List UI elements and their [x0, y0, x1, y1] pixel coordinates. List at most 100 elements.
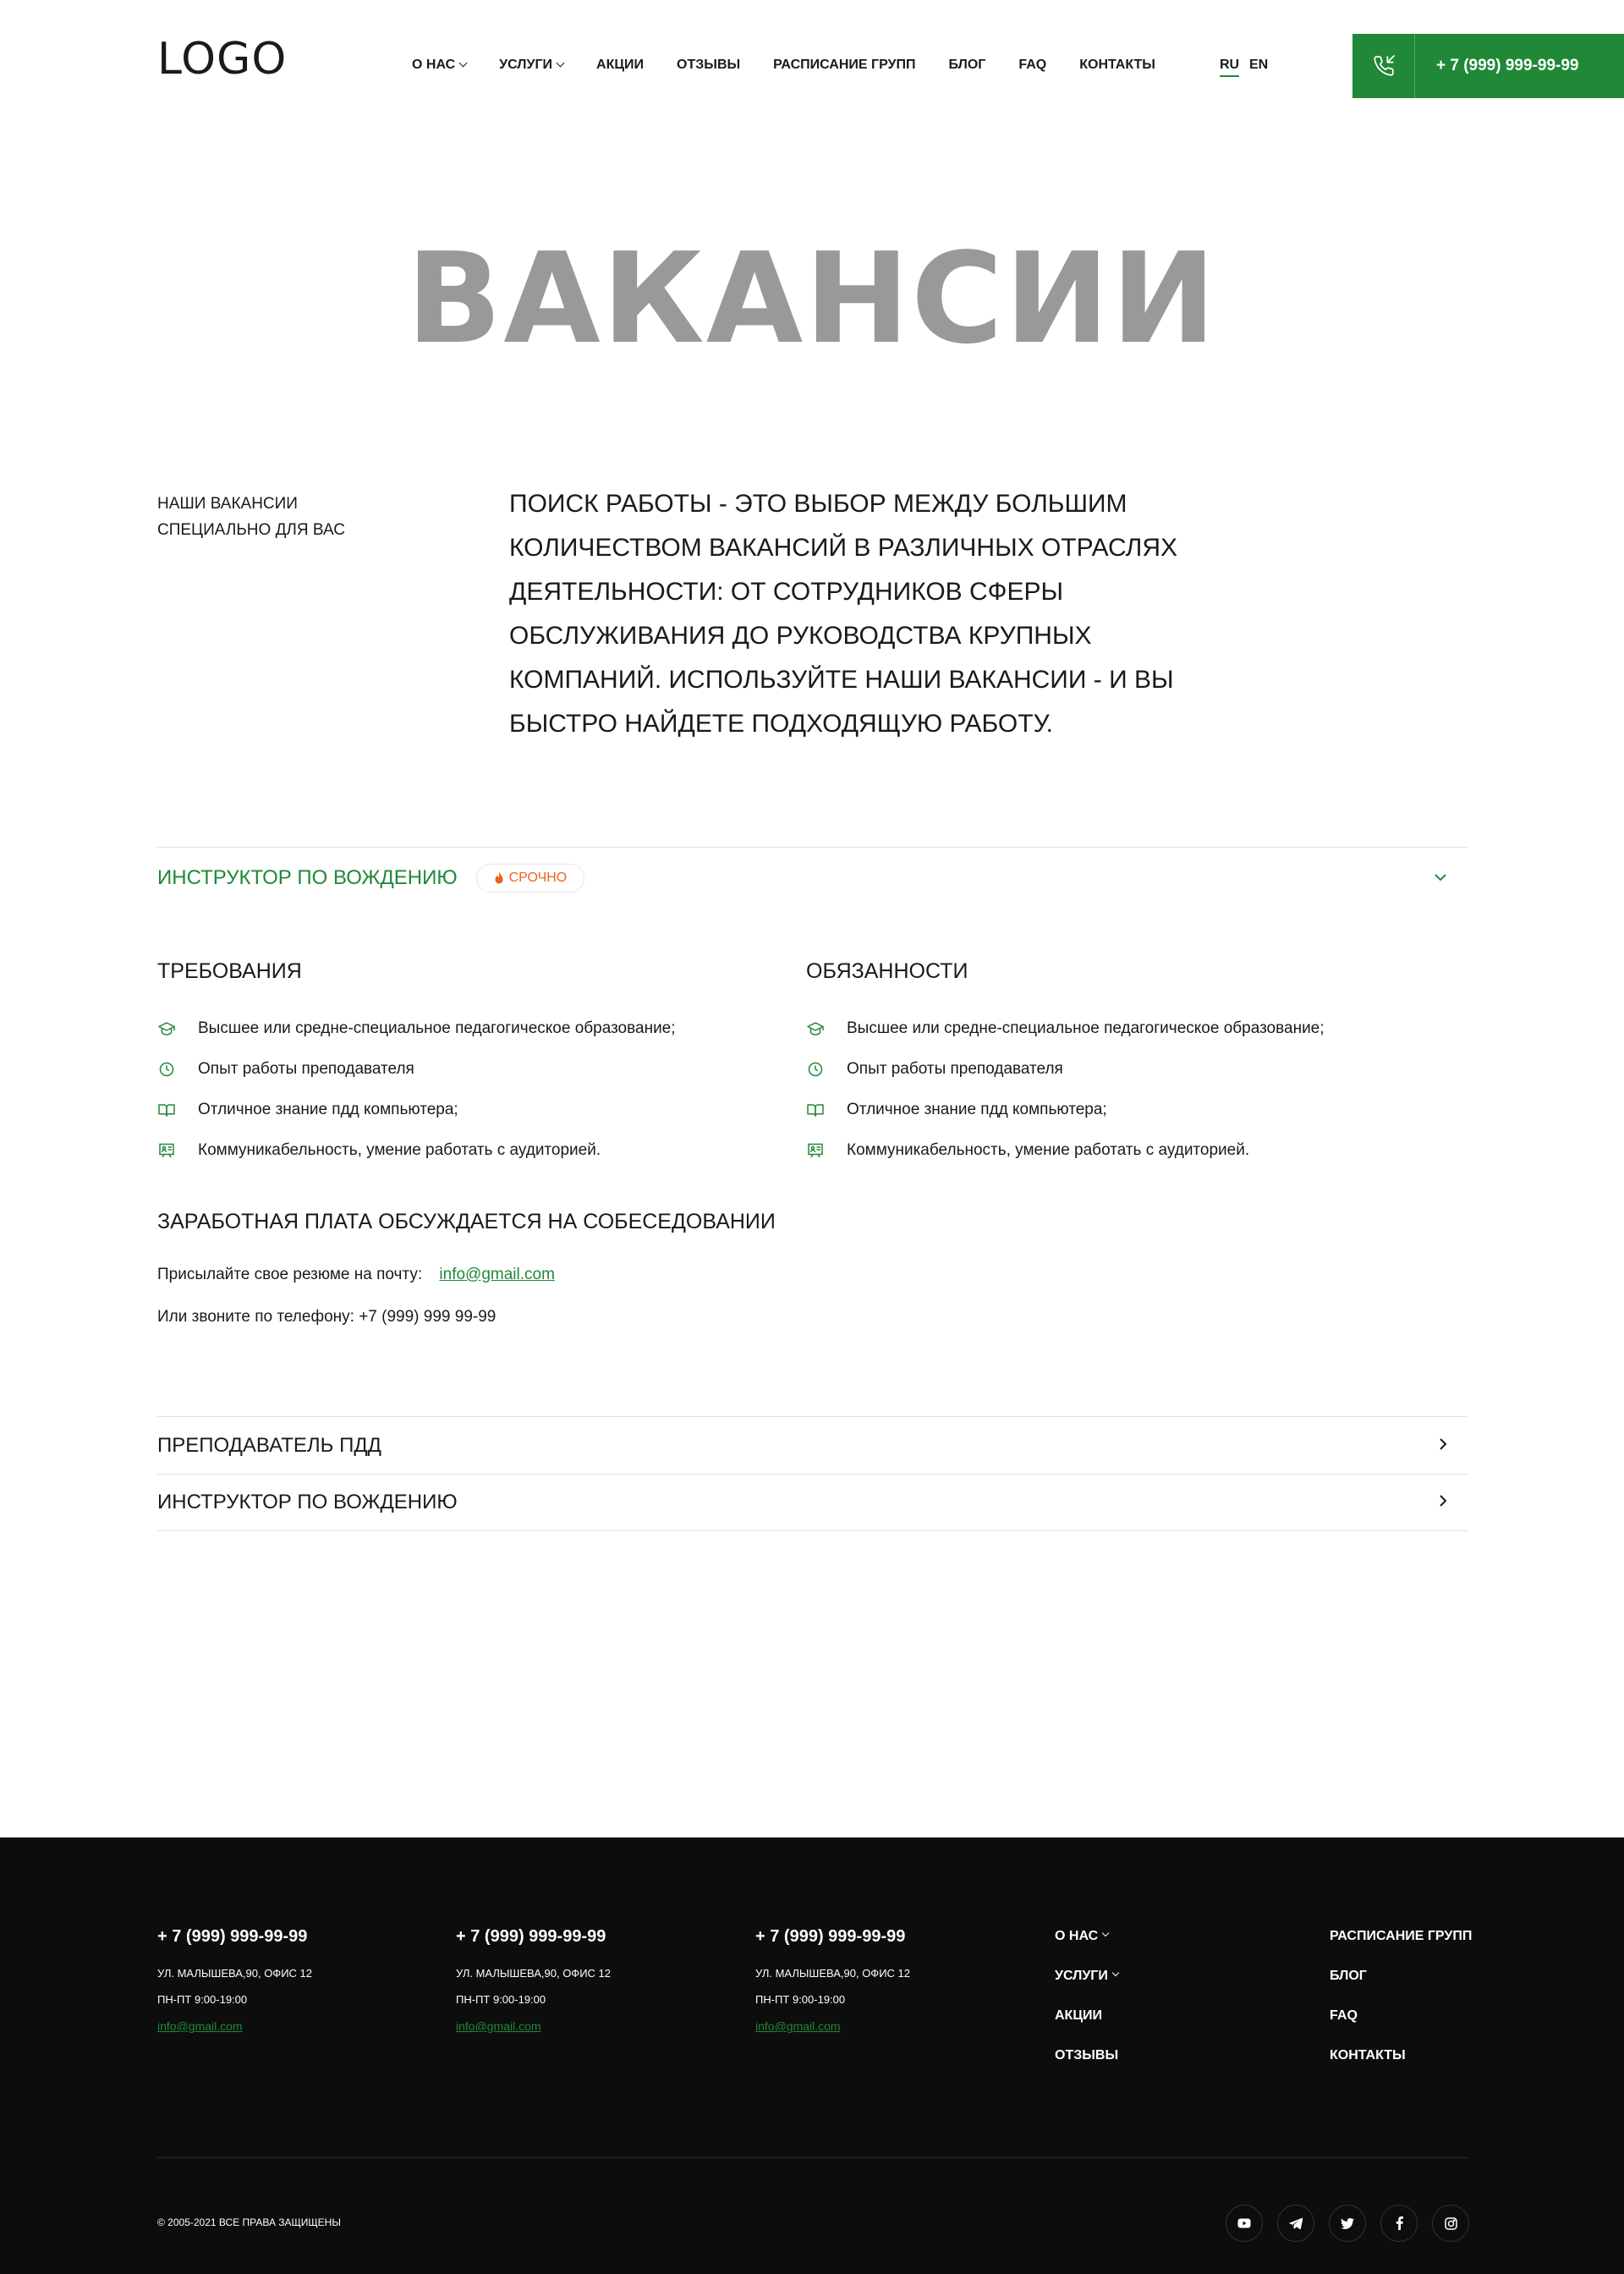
nav-item-label: УСЛУГИ: [499, 58, 553, 72]
lang-ru[interactable]: RU: [1220, 58, 1240, 77]
footer-contact: + 7 (999) 999-99-99 УЛ. МАЛЫШЕВА,90, ОФИ…: [456, 1927, 611, 2033]
list-item-text: Опыт работы преподавателя: [847, 1060, 1063, 1078]
chevron-down-icon[interactable]: [1434, 871, 1447, 886]
email-link[interactable]: info@gmail.com: [439, 1266, 555, 1283]
nav-item-faq[interactable]: FAQ: [1018, 58, 1046, 73]
site-footer: + 7 (999) 999-99-99 УЛ. МАЛЫШЕВА,90, ОФИ…: [0, 1837, 1624, 2274]
footer-hours: ПН-ПТ 9:00-19:00: [157, 1993, 248, 2006]
vacancy-header-collapsed[interactable]: ПРЕПОДАВАТЕЛЬ ПДД: [157, 1418, 1468, 1474]
main-nav: О НАС УСЛУГИ АКЦИИ ОТЗЫВЫ РАСПИСАНИЕ ГРУ…: [412, 58, 1188, 73]
list-item-text: Высшее или средне-специальное педагогиче…: [847, 1019, 1325, 1037]
call-line: Или звоните по телефону: +7 (999) 999 99…: [157, 1308, 497, 1326]
footer-nav-col1: О НАС УСЛУГИ АКЦИИ ОТЗЫВЫ: [1055, 1929, 1120, 2088]
list-item-text: Опыт работы преподавателя: [198, 1060, 414, 1078]
phone-incoming-icon: [1352, 34, 1415, 98]
presentation-icon: [157, 1141, 176, 1160]
list-item-text: Отличное знание пдд компьютера;: [847, 1101, 1107, 1118]
facebook-icon[interactable]: [1380, 2205, 1418, 2242]
list-item: Высшее или средне-специальное педагогиче…: [157, 1008, 676, 1049]
list-item-text: Коммуникабельность, умение работать с ау…: [198, 1141, 601, 1159]
nav-item-about[interactable]: О НАС: [412, 58, 468, 73]
footer-address: УЛ. МАЛЫШЕВА,90, ОФИС 12: [456, 1967, 611, 1980]
nav-item-blog[interactable]: БЛОГ: [949, 58, 986, 73]
send-cv-text: Присылайте свое резюме на почту:: [157, 1266, 423, 1283]
twitter-icon[interactable]: [1329, 2205, 1366, 2242]
intro-label: НАШИ ВАКАНСИИ СПЕЦИАЛЬНО ДЛЯ ВАС: [157, 491, 345, 543]
divider: [157, 1530, 1468, 1531]
vacancy-header-collapsed[interactable]: ИНСТРУКТОР ПО ВОЖДЕНИЮ: [157, 1475, 1468, 1530]
footer-nav-contacts[interactable]: КОНТАКТЫ: [1330, 2048, 1472, 2088]
duties-title: ОБЯЗАННОСТИ: [806, 959, 968, 983]
graduation-cap-icon: [157, 1019, 176, 1038]
nav-item-promotions[interactable]: АКЦИИ: [596, 58, 644, 73]
footer-nav-label: О НАС: [1055, 1929, 1099, 1943]
footer-hours: ПН-ПТ 9:00-19:00: [755, 1993, 846, 2006]
header-phone-button[interactable]: + 7 (999) 999-99-99: [1352, 34, 1624, 98]
footer-contact: + 7 (999) 999-99-99 УЛ. МАЛЫШЕВА,90, ОФИ…: [755, 1927, 910, 2033]
nav-item-contacts[interactable]: КОНТАКТЫ: [1079, 58, 1155, 73]
clock-icon: [806, 1060, 825, 1079]
duties-list: Высшее или средне-специальное педагогиче…: [806, 1008, 1325, 1171]
instagram-icon[interactable]: [1432, 2205, 1469, 2242]
vacancy-title: ИНСТРУКТОР ПО ВОЖДЕНИЮ: [157, 866, 458, 889]
footer-address: УЛ. МАЛЫШЕВА,90, ОФИС 12: [755, 1967, 910, 1980]
footer-nav-promotions[interactable]: АКЦИИ: [1055, 2008, 1118, 2048]
list-item: Отличное знание пдд компьютера;: [806, 1090, 1325, 1130]
divider: [157, 847, 1468, 848]
fire-icon: [495, 871, 503, 884]
logo[interactable]: LOGO: [157, 37, 287, 81]
page-title: ВАКАНСИИ: [406, 226, 1218, 371]
footer-divider: [157, 2157, 1468, 2158]
chevron-down-icon: [1111, 1969, 1120, 1977]
intro-label-line2: СПЕЦИАЛЬНО ДЛЯ ВАС: [157, 521, 345, 539]
footer-nav-label: УСЛУГИ: [1055, 1969, 1108, 1983]
footer-phone[interactable]: + 7 (999) 999-99-99: [755, 1927, 910, 1947]
site-header: LOGO О НАС УСЛУГИ АКЦИИ ОТЗЫВЫ РАСПИСАНИ…: [0, 0, 1624, 98]
footer-nav-about[interactable]: О НАС: [1055, 1929, 1118, 1969]
list-item-text: Отличное знание пдд компьютера;: [198, 1101, 458, 1118]
intro-label-line1: НАШИ ВАКАНСИИ: [157, 495, 298, 513]
footer-nav-reviews[interactable]: ОТЗЫВЫ: [1055, 2048, 1118, 2088]
footer-nav-services[interactable]: УСЛУГИ: [1055, 1969, 1120, 2008]
vacancy-title: ИНСТРУКТОР ПО ВОЖДЕНИЮ: [157, 1491, 458, 1513]
list-item: Высшее или средне-специальное педагогиче…: [806, 1008, 1325, 1049]
footer-phone[interactable]: + 7 (999) 999-99-99: [456, 1927, 611, 1947]
footer-nav-col2: РАСПИСАНИЕ ГРУПП БЛОГ FAQ КОНТАКТЫ: [1330, 1929, 1472, 2088]
footer-contact: + 7 (999) 999-99-99 УЛ. МАЛЫШЕВА,90, ОФИ…: [157, 1927, 312, 2033]
book-icon: [806, 1101, 825, 1119]
footer-email[interactable]: info@gmail.com: [157, 2019, 312, 2033]
copyright: © 2005-2021 ВСЕ ПРАВА ЗАЩИЩЕНЫ: [157, 2216, 341, 2228]
graduation-cap-icon: [806, 1019, 825, 1038]
footer-hours: ПН-ПТ 9:00-19:00: [456, 1993, 546, 2006]
divider: [157, 1416, 1468, 1417]
footer-phone[interactable]: + 7 (999) 999-99-99: [157, 1927, 312, 1947]
lang-en[interactable]: EN: [1249, 58, 1268, 73]
chevron-right-icon[interactable]: [1439, 1494, 1447, 1512]
book-icon: [157, 1101, 176, 1119]
vacancy-header-open[interactable]: ИНСТРУКТОР ПО ВОЖДЕНИЮ СРОЧНО: [157, 861, 1468, 895]
chevron-down-icon: [556, 58, 565, 68]
telegram-icon[interactable]: [1277, 2205, 1314, 2242]
footer-nav-blog[interactable]: БЛОГ: [1330, 1969, 1472, 2008]
chevron-down-icon: [458, 58, 468, 68]
nav-item-label: О НАС: [412, 58, 456, 72]
requirements-title: ТРЕБОВАНИЯ: [157, 959, 302, 983]
header-phone-number: + 7 (999) 999-99-99: [1436, 57, 1579, 74]
footer-email[interactable]: info@gmail.com: [456, 2019, 611, 2033]
urgent-badge: СРОЧНО: [475, 864, 585, 893]
nav-item-reviews[interactable]: ОТЗЫВЫ: [677, 58, 740, 73]
clock-icon: [157, 1060, 176, 1079]
requirements-list: Высшее или средне-специальное педагогиче…: [157, 1008, 676, 1171]
footer-nav-schedule[interactable]: РАСПИСАНИЕ ГРУПП: [1330, 1929, 1472, 1969]
intro-text: ПОИСК РАБОТЫ - ЭТО ВЫБОР МЕЖДУ БОЛЬШИМ К…: [509, 490, 1178, 738]
youtube-icon[interactable]: [1226, 2205, 1263, 2242]
list-item: Опыт работы преподавателя: [806, 1049, 1325, 1090]
footer-nav-faq[interactable]: FAQ: [1330, 2008, 1472, 2048]
presentation-icon: [806, 1141, 825, 1160]
footer-email[interactable]: info@gmail.com: [755, 2019, 910, 2033]
list-item: Опыт работы преподавателя: [157, 1049, 676, 1090]
nav-item-schedule[interactable]: РАСПИСАНИЕ ГРУПП: [773, 58, 915, 73]
chevron-right-icon[interactable]: [1439, 1437, 1447, 1455]
nav-item-services[interactable]: УСЛУГИ: [499, 58, 565, 73]
list-item: Отличное знание пдд компьютера;: [157, 1090, 676, 1130]
